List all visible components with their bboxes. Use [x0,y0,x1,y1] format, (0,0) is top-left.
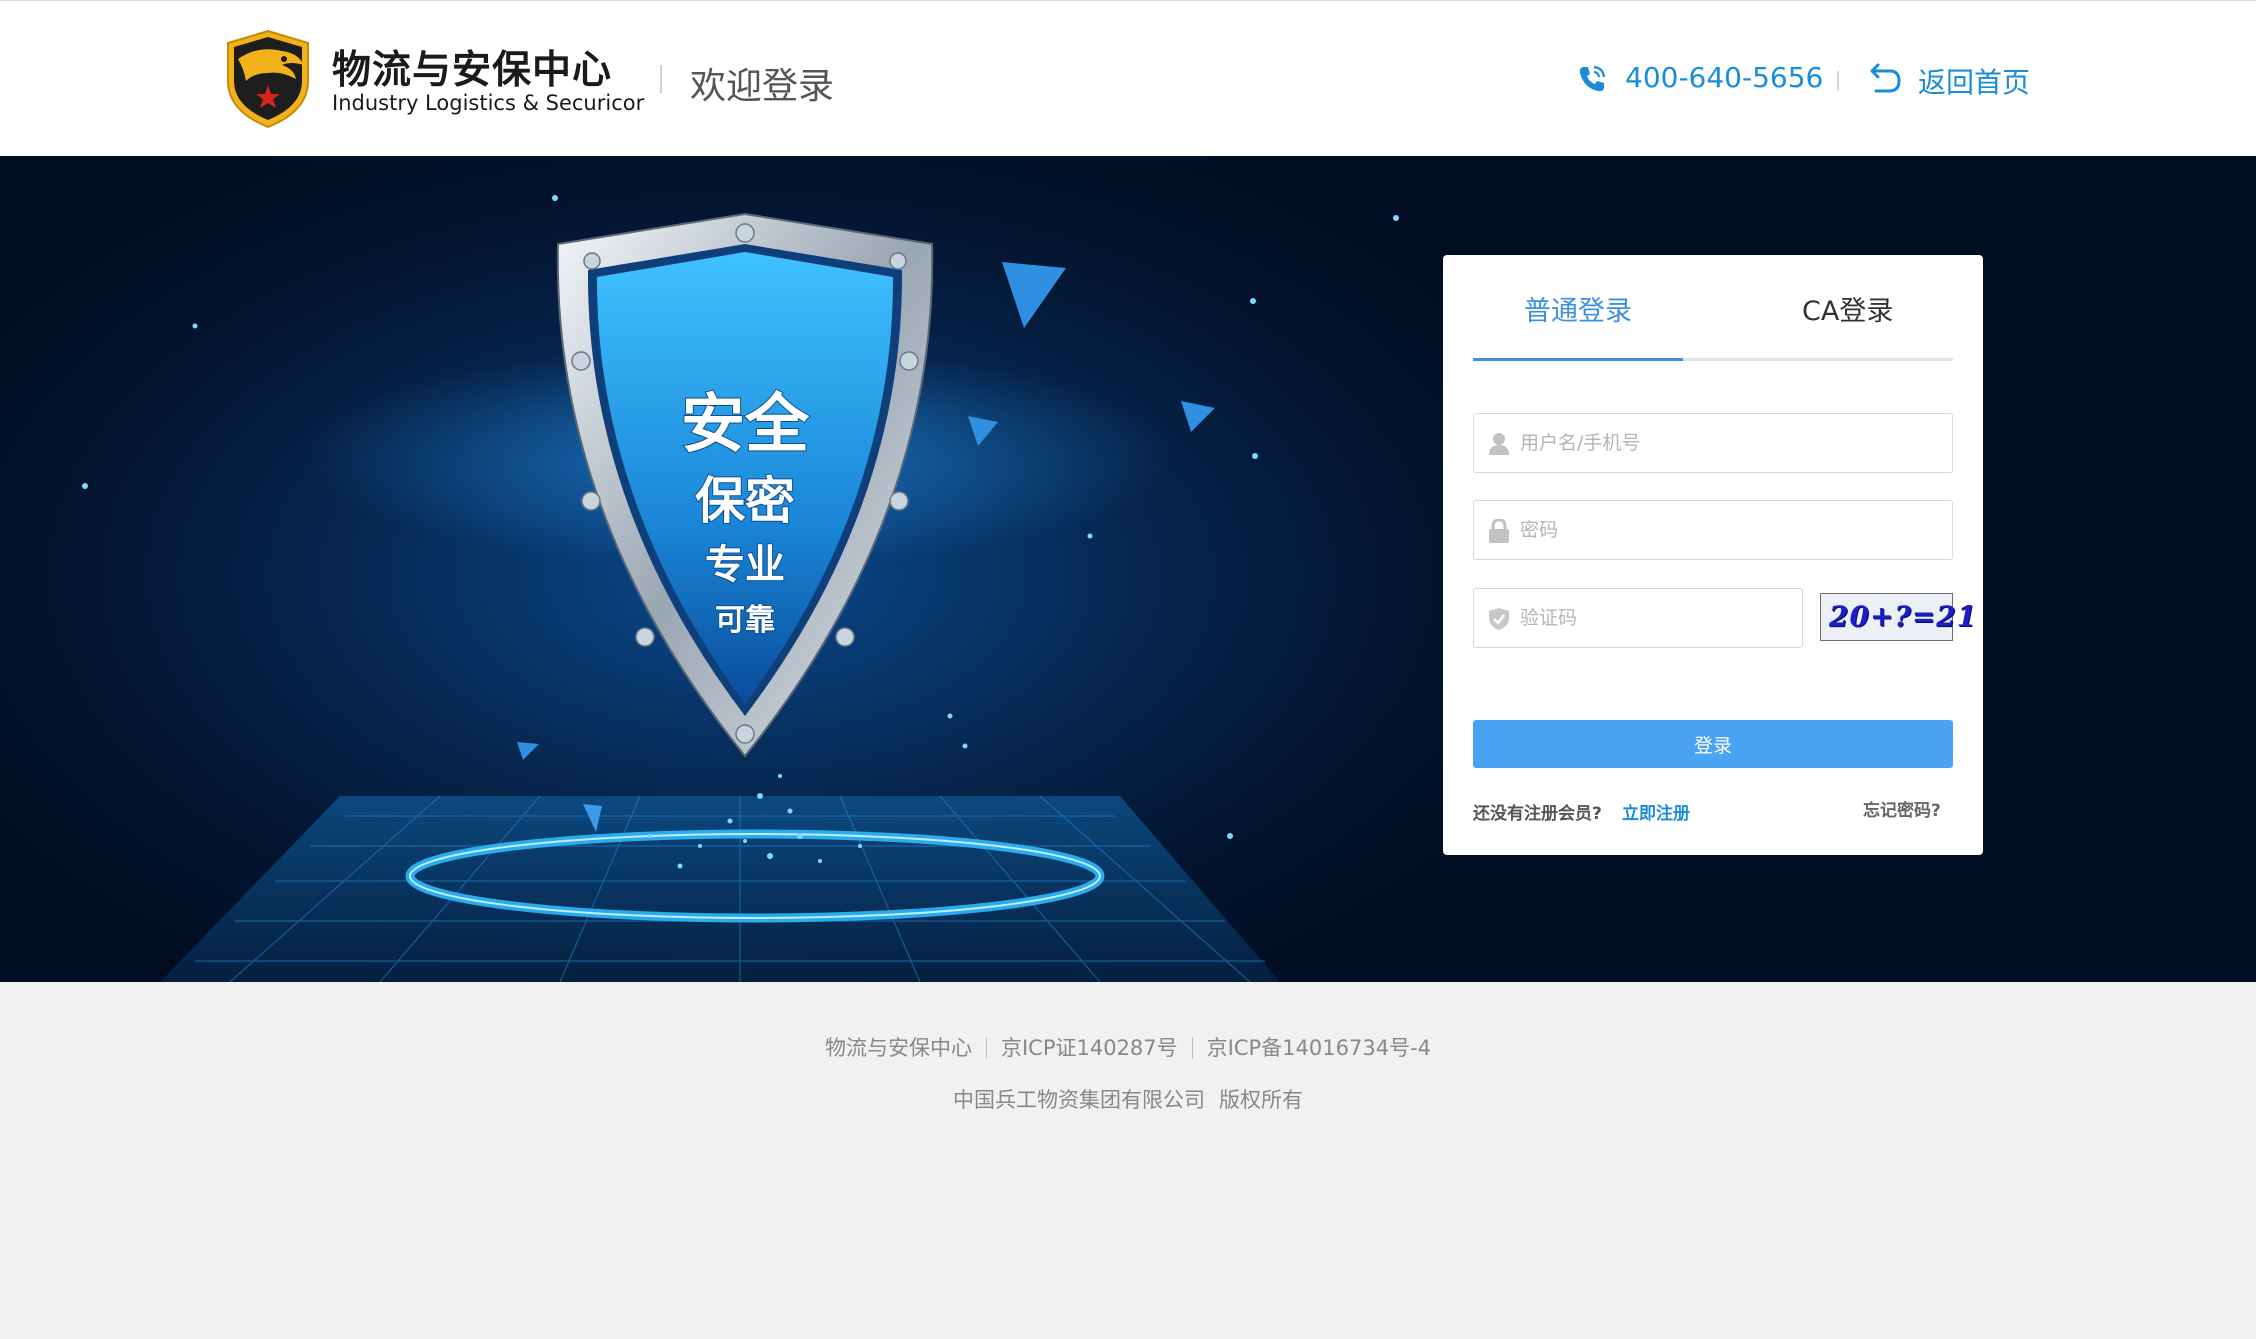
footer-company: 中国兵工物资集团有限公司 [953,1088,1205,1112]
return-home-link[interactable]: 返回首页 [1918,61,2030,101]
username-field[interactable] [1473,413,1953,473]
footer-icp-record: 京ICP备14016734号-4 [1206,1036,1432,1060]
shield-line-3: 专业 [705,542,785,588]
password-input[interactable] [1520,501,1942,559]
captcha-field[interactable] [1473,588,1803,648]
footer-links: 物流与安保中心 京ICP证140287号 京ICP备14016734号-4 [0,1032,2256,1062]
tab-active-indicator [1473,358,1683,361]
forgot-password-link[interactable]: 忘记密码? [1863,796,1941,821]
captcha-input[interactable] [1520,589,1792,647]
tab-ca-login[interactable]: CA登录 [1802,289,1893,328]
login-card: 普通登录 CA登录 20+?=21 登录 还没有注册会员? 立即注册 忘记密码? [1443,255,1983,855]
eagle-logo-icon [227,29,309,129]
tab-normal-login[interactable]: 普通登录 [1524,289,1632,328]
register-link[interactable]: 立即注册 [1622,799,1690,824]
footer-divider [1191,1037,1193,1059]
no-account-text: 还没有注册会员? [1473,804,1602,824]
footer-site-name: 物流与安保中心 [824,1036,972,1060]
phone-icon [1579,65,1606,92]
password-field[interactable] [1473,500,1953,560]
security-shield-illustration: 安全 保密 专业 可靠 [82,195,1399,982]
hotline-number: 400-640-5656 [1625,61,1824,94]
footer-icp-license: 京ICP证140287号 [1000,1036,1178,1060]
footer-divider [985,1037,987,1059]
lock-icon [1489,519,1509,543]
header-divider [660,65,662,93]
logo-title-en: Industry Logistics & Securicor [332,91,645,115]
shield-line-4: 可靠 [715,603,775,638]
welcome-title: 欢迎登录 [690,66,835,107]
username-input[interactable] [1520,414,1942,472]
shield-check-icon [1489,608,1509,630]
captcha-text: 20+?=21 [1829,600,1978,633]
captcha-image[interactable]: 20+?=21 [1820,593,1976,641]
return-arrow-icon[interactable] [1868,63,1902,95]
site-header: 物流与安保中心 Industry Logistics & Securicor 欢… [0,0,2256,156]
header-divider-right [1837,71,1839,91]
footer-copyright: 中国兵工物资集团有限公司 版权所有 [0,1084,2256,1114]
shield-line-1: 安全 [681,388,810,462]
user-icon [1489,433,1509,455]
login-button[interactable]: 登录 [1473,720,1953,768]
footer-rights: 版权所有 [1219,1088,1303,1112]
logo-title-cn: 物流与安保中心 [332,48,613,93]
shield-line-2: 保密 [695,472,795,530]
